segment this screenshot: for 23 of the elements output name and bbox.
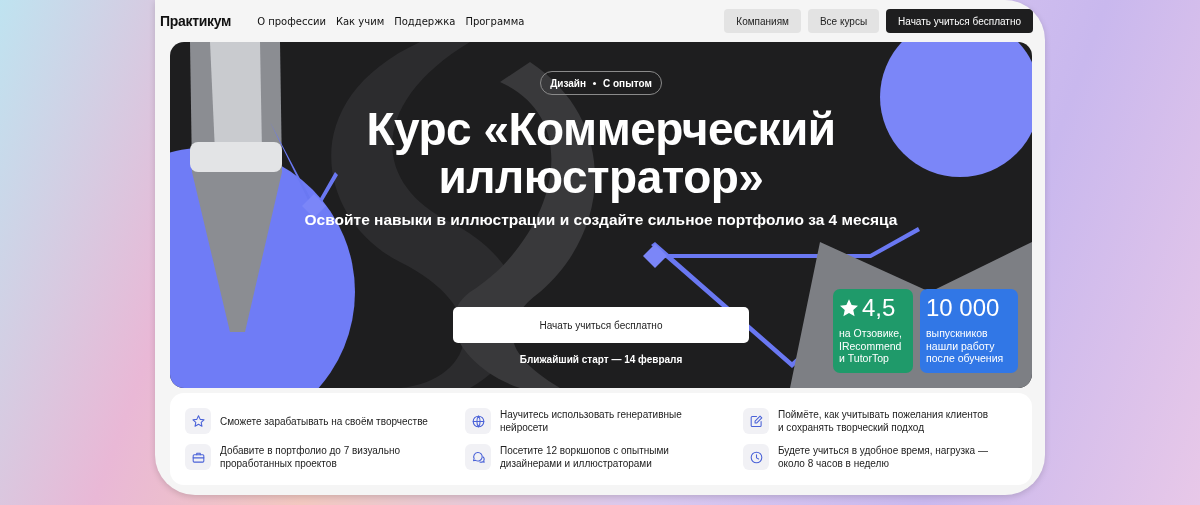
header-button[interactable]: Компаниям	[724, 9, 801, 33]
nav-link[interactable]: Как учим	[335, 15, 385, 27]
feature-text: Посетите 12 воркшопов с опытными дизайнерами и иллюстраторами	[500, 444, 670, 470]
star-icon	[839, 298, 859, 318]
feature-text: Добавите в портфолио до 7 визуально проработанных проектов	[220, 444, 401, 470]
start-button[interactable]: Начать учиться бесплатно	[453, 307, 749, 343]
stat-caption: на Отзовике, IRecommend и TutorTop	[839, 327, 903, 365]
feature-text: Сможете зарабатывать на своём творчестве	[220, 414, 428, 428]
logo[interactable]: Практикум	[160, 13, 232, 29]
feature-text: Будете учиться в удобное время, нагрузка — около 8 часов в неделю	[778, 444, 989, 470]
stat-value: 10 000	[926, 294, 1000, 322]
stat-value: 4,5	[862, 294, 896, 322]
stat-caption: выпускников нашли работу после обучения	[926, 327, 1005, 365]
nav-link[interactable]: Поддержка	[394, 15, 456, 27]
header-button[interactable]: Все курсы	[807, 9, 880, 33]
start-button[interactable]: Начать учиться бесплатно	[886, 9, 1033, 33]
feature-text: Научитесь использовать генеративные нейросети	[500, 408, 683, 434]
start-date: Ближайший старт — 14 февраля	[519, 354, 683, 365]
course-title: Курс «Коммерческий иллюстратор»	[365, 105, 837, 201]
star-icon	[189, 412, 207, 430]
nav-link[interactable]: О профессии	[257, 15, 326, 27]
nav-link[interactable]: Программа	[465, 15, 525, 27]
feature-text: Поймёте, как учитывать пожелания клиентов и сохранять творческий подход	[778, 408, 990, 434]
